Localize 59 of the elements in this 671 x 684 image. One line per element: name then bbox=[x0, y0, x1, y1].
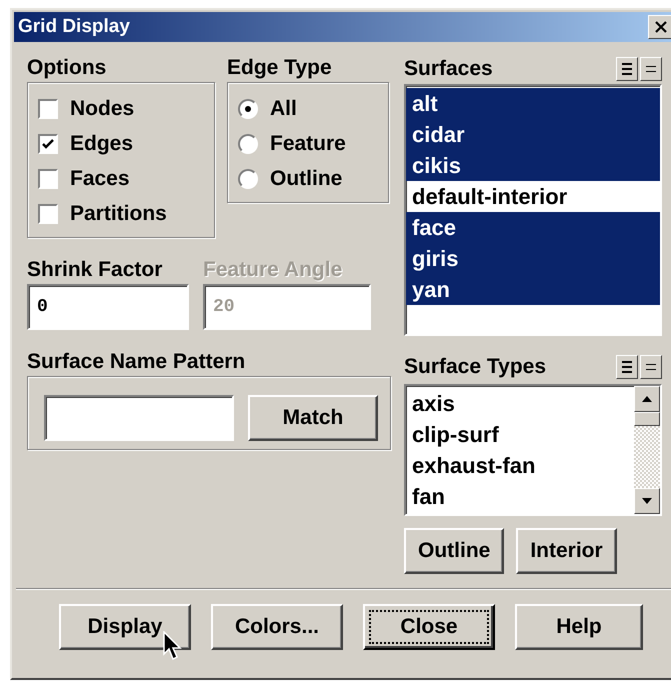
checkbox[interactable] bbox=[38, 134, 58, 154]
pattern-field[interactable] bbox=[44, 395, 234, 441]
checkbox[interactable] bbox=[38, 204, 58, 224]
select-type-button[interactable]: Outline bbox=[404, 528, 504, 574]
up-arrow-icon bbox=[642, 396, 652, 402]
radio-label[interactable]: Feature bbox=[270, 132, 346, 156]
list-item[interactable]: default-interior bbox=[406, 181, 660, 212]
radio-button[interactable] bbox=[238, 168, 258, 188]
select-type-button[interactable]: Interior bbox=[516, 528, 617, 574]
scroll-down-button[interactable] bbox=[634, 488, 660, 514]
radio-label[interactable]: Outline bbox=[270, 166, 342, 190]
list-item[interactable]: giris bbox=[406, 243, 660, 274]
deselect-all-button[interactable] bbox=[640, 355, 662, 379]
scrollbar[interactable] bbox=[634, 386, 660, 514]
scroll-up-button[interactable] bbox=[634, 386, 660, 412]
list-item[interactable]: axis bbox=[406, 388, 634, 419]
input-field[interactable]: 0 bbox=[27, 284, 189, 330]
list-item[interactable]: alt bbox=[406, 88, 660, 119]
close-icon bbox=[655, 21, 667, 33]
equals-icon bbox=[646, 65, 656, 73]
checkbox[interactable] bbox=[38, 98, 58, 118]
equals-icon bbox=[646, 363, 656, 371]
list-label: Surfaces bbox=[404, 57, 493, 81]
list-item[interactable]: fan bbox=[406, 481, 634, 512]
checkbox-label[interactable]: Edges bbox=[70, 132, 134, 156]
checkbox-label[interactable]: Nodes bbox=[70, 96, 134, 120]
dialog-button[interactable]: Help bbox=[515, 604, 643, 650]
pointer-icon bbox=[163, 631, 183, 661]
list-item[interactable]: cidar bbox=[406, 119, 660, 150]
radio-button[interactable] bbox=[238, 134, 258, 154]
deselect-all-button[interactable] bbox=[640, 57, 662, 81]
checkbox-label[interactable]: Partitions bbox=[70, 202, 167, 226]
window-title: Grid Display bbox=[18, 16, 130, 38]
group-label: Options bbox=[27, 55, 108, 81]
field-label: Shrink Factor bbox=[27, 257, 164, 283]
dialog-button[interactable]: Display bbox=[59, 604, 191, 650]
list-item[interactable]: cikis bbox=[406, 150, 660, 181]
list-item[interactable]: face bbox=[406, 212, 660, 243]
list-icon bbox=[622, 62, 632, 76]
radio-label[interactable]: All bbox=[270, 96, 297, 120]
dialog-button[interactable]: Colors... bbox=[211, 604, 343, 650]
close-button[interactable] bbox=[648, 15, 671, 39]
match-button[interactable]: Match bbox=[248, 395, 378, 441]
select-all-button[interactable] bbox=[616, 355, 638, 379]
group-label: Edge Type bbox=[227, 55, 333, 81]
dialog-button[interactable]: Close bbox=[363, 604, 495, 650]
list-item[interactable]: exhaust-fan bbox=[406, 450, 634, 481]
list-icon bbox=[622, 360, 632, 374]
radio-button[interactable] bbox=[238, 98, 258, 118]
checkbox-label[interactable]: Faces bbox=[70, 166, 130, 190]
group-label: Surface Name Pattern bbox=[27, 349, 246, 375]
checkbox[interactable] bbox=[38, 168, 58, 188]
list-item[interactable]: yan bbox=[406, 274, 660, 305]
down-arrow-icon bbox=[642, 498, 652, 504]
list-label: Surface Types bbox=[404, 355, 546, 379]
check-icon bbox=[42, 138, 54, 150]
scroll-thumb[interactable] bbox=[634, 412, 660, 426]
list-item[interactable]: clip-surf bbox=[406, 419, 634, 450]
select-all-button[interactable] bbox=[616, 57, 638, 81]
